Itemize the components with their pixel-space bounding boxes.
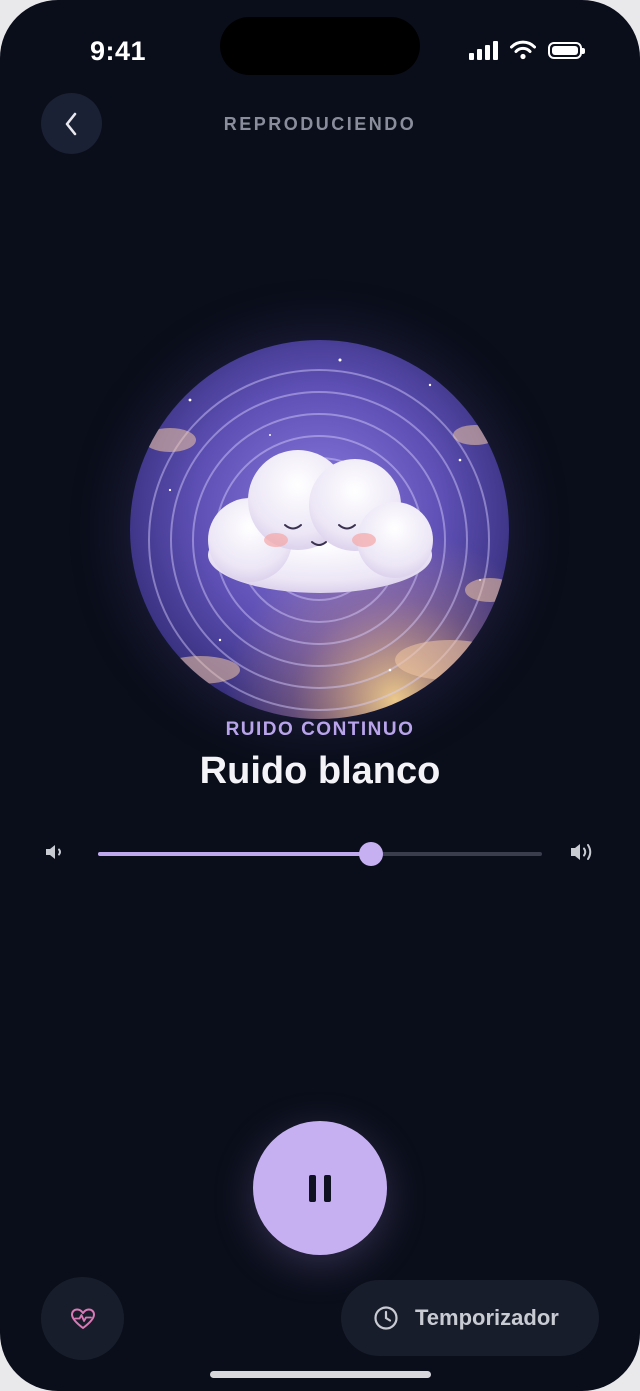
volume-slider[interactable] bbox=[98, 842, 542, 866]
phone-screen: 9:41 REPRODUCIENDO RUIDO CONTINUO Ruido … bbox=[0, 0, 640, 1391]
battery-icon bbox=[548, 41, 585, 59]
clock-icon bbox=[374, 1306, 398, 1330]
cellular-signal-icon bbox=[469, 40, 498, 60]
heart-pulse-icon bbox=[70, 1308, 95, 1329]
sleeping-cloud-artwork bbox=[130, 340, 509, 719]
pause-button[interactable] bbox=[253, 1121, 387, 1255]
volume-slider-thumb[interactable] bbox=[359, 842, 384, 866]
screen-title: REPRODUCIENDO bbox=[223, 114, 417, 134]
status-time: 9:41 bbox=[90, 36, 147, 66]
dynamic-island bbox=[220, 17, 420, 75]
track-artwork bbox=[130, 340, 509, 719]
track-category: RUIDO CONTINUO bbox=[225, 719, 415, 740]
volume-high-icon[interactable] bbox=[569, 840, 597, 864]
pause-icon bbox=[309, 1174, 331, 1202]
volume-slider-fill bbox=[98, 852, 372, 856]
track-title: Ruido blanco bbox=[199, 750, 441, 792]
timer-label: Temporizador bbox=[415, 1305, 559, 1330]
favorite-button[interactable] bbox=[41, 1277, 124, 1360]
status-bar: 9:41 bbox=[0, 0, 640, 100]
timer-button[interactable]: Temporizador bbox=[341, 1280, 599, 1356]
volume-low-icon[interactable] bbox=[44, 842, 66, 862]
status-icons bbox=[469, 40, 585, 60]
wifi-icon bbox=[510, 40, 536, 60]
home-indicator[interactable] bbox=[210, 1371, 431, 1378]
